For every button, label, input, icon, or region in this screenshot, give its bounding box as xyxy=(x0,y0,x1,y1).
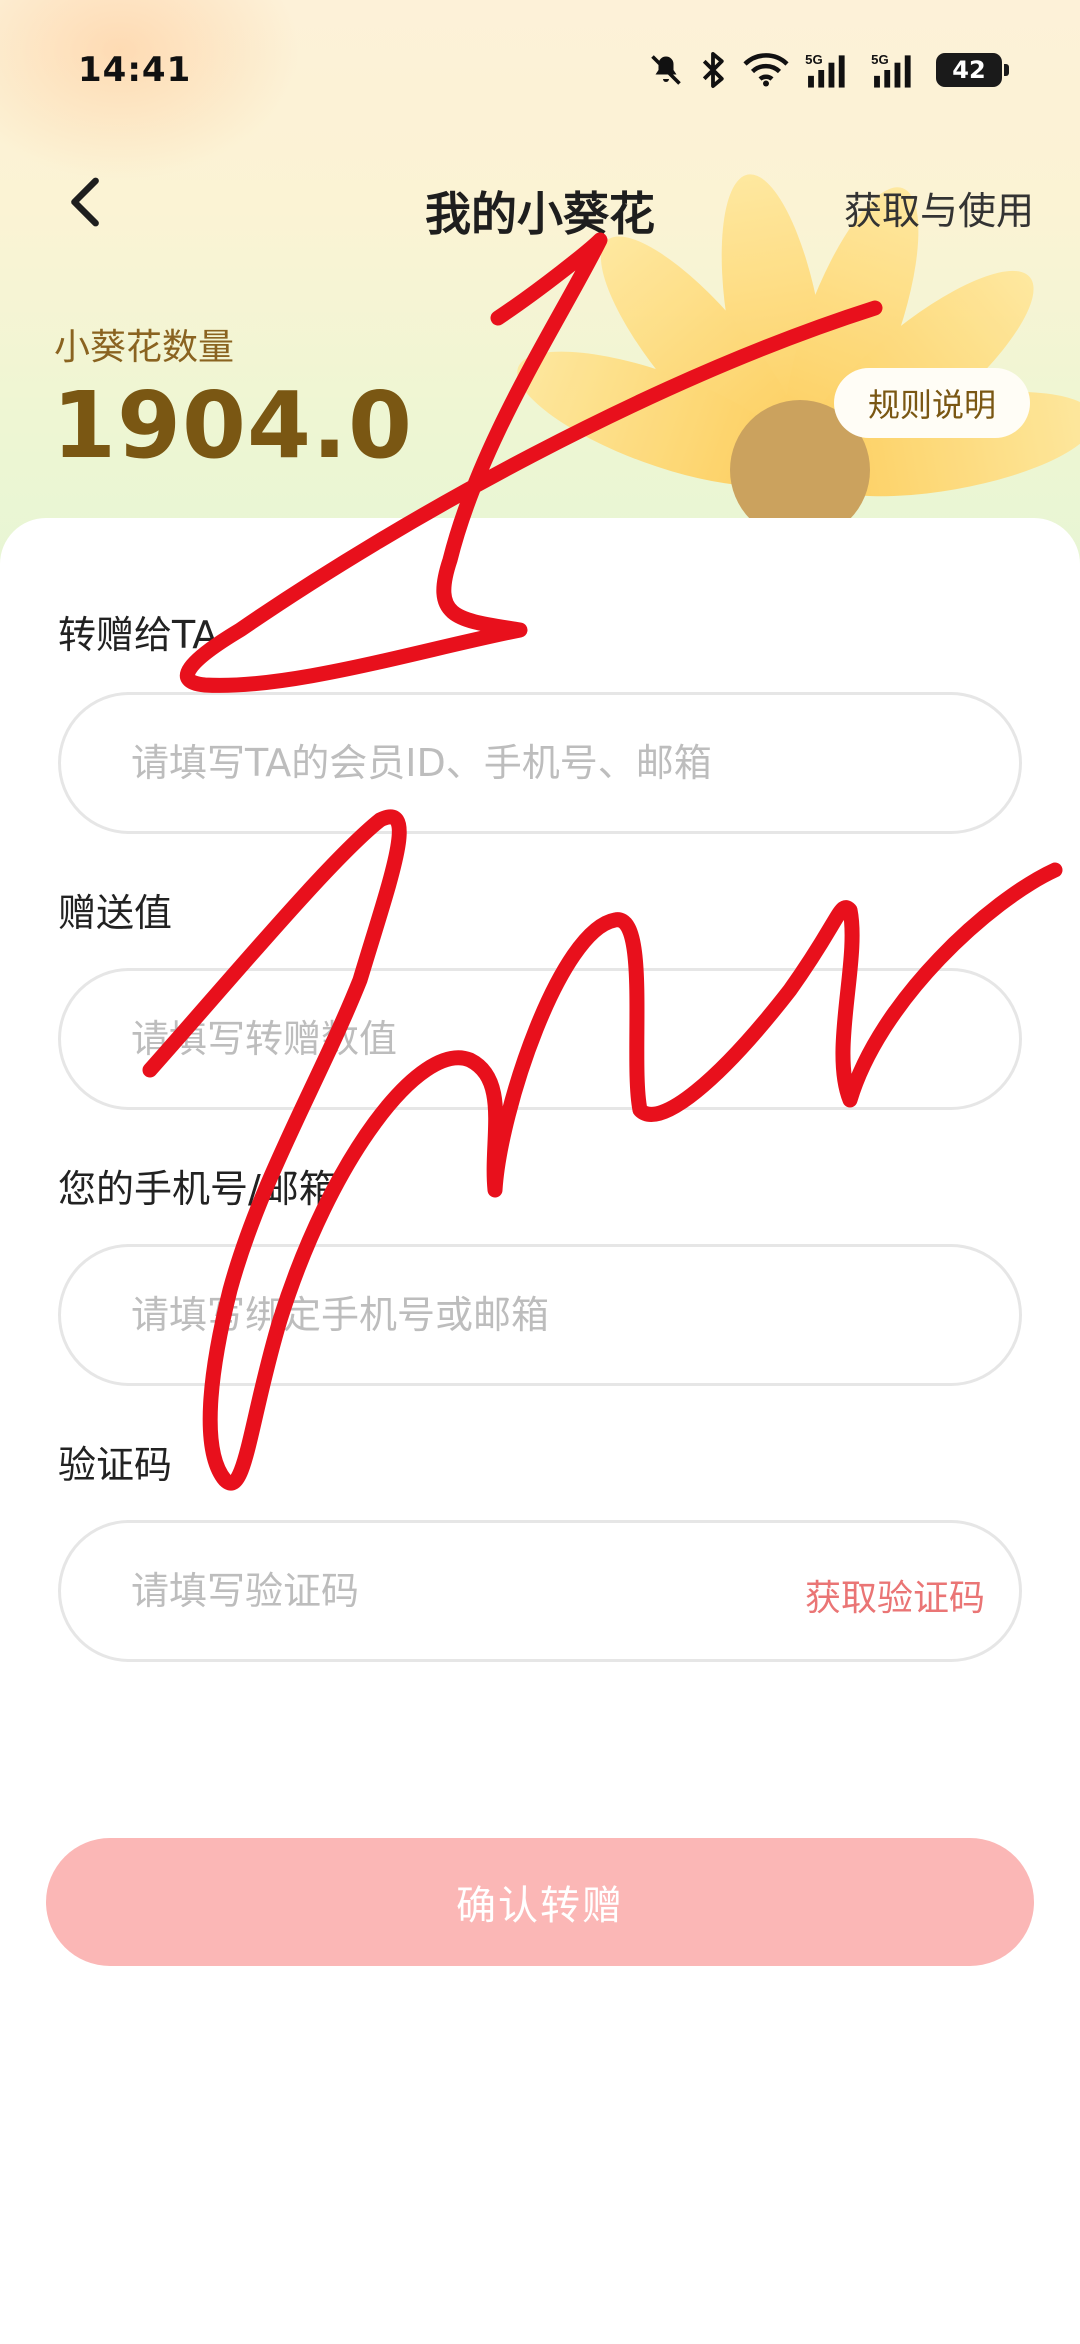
amount-field[interactable] xyxy=(58,968,1022,1110)
rules-button[interactable]: 规则说明 xyxy=(834,368,1030,438)
recipient-field[interactable] xyxy=(58,692,1022,834)
get-and-use-link[interactable]: 获取与使用 xyxy=(844,180,1034,235)
contact-input[interactable] xyxy=(131,1247,891,1383)
balance-label: 小葵花数量 xyxy=(54,327,235,368)
amount-label: 赠送值 xyxy=(58,891,173,935)
cell-signal-icon: 5G xyxy=(870,51,922,89)
contact-field[interactable] xyxy=(58,1244,1022,1386)
nav-bar: 我的小葵花 获取与使用 xyxy=(0,150,1080,260)
bluetooth-icon xyxy=(698,51,728,89)
network-label-2: 5G xyxy=(871,52,889,67)
balance-value: 1904.0 xyxy=(52,372,414,479)
confirm-transfer-button[interactable]: 确认转赠 xyxy=(46,1838,1034,1966)
status-icons: 5G 5G 42 xyxy=(648,51,1009,89)
cell-signal-icon: 5G xyxy=(804,51,856,89)
recipient-label: 转赠给TA xyxy=(58,613,219,657)
status-bar: 14:41 5G 5G 42 xyxy=(0,0,1080,140)
code-field[interactable]: 获取验证码 xyxy=(58,1520,1022,1662)
get-code-button[interactable]: 获取验证码 xyxy=(805,1569,985,1621)
status-time: 14:41 xyxy=(78,50,192,90)
bell-off-icon xyxy=(648,52,684,88)
code-label: 验证码 xyxy=(58,1443,173,1487)
amount-input[interactable] xyxy=(131,971,891,1107)
network-label-1: 5G xyxy=(805,52,823,67)
battery-indicator: 42 xyxy=(936,53,1009,87)
contact-label: 您的手机号/邮箱 xyxy=(58,1167,337,1211)
code-input[interactable] xyxy=(131,1523,731,1659)
wifi-icon xyxy=(742,52,790,88)
recipient-input[interactable] xyxy=(131,695,891,831)
